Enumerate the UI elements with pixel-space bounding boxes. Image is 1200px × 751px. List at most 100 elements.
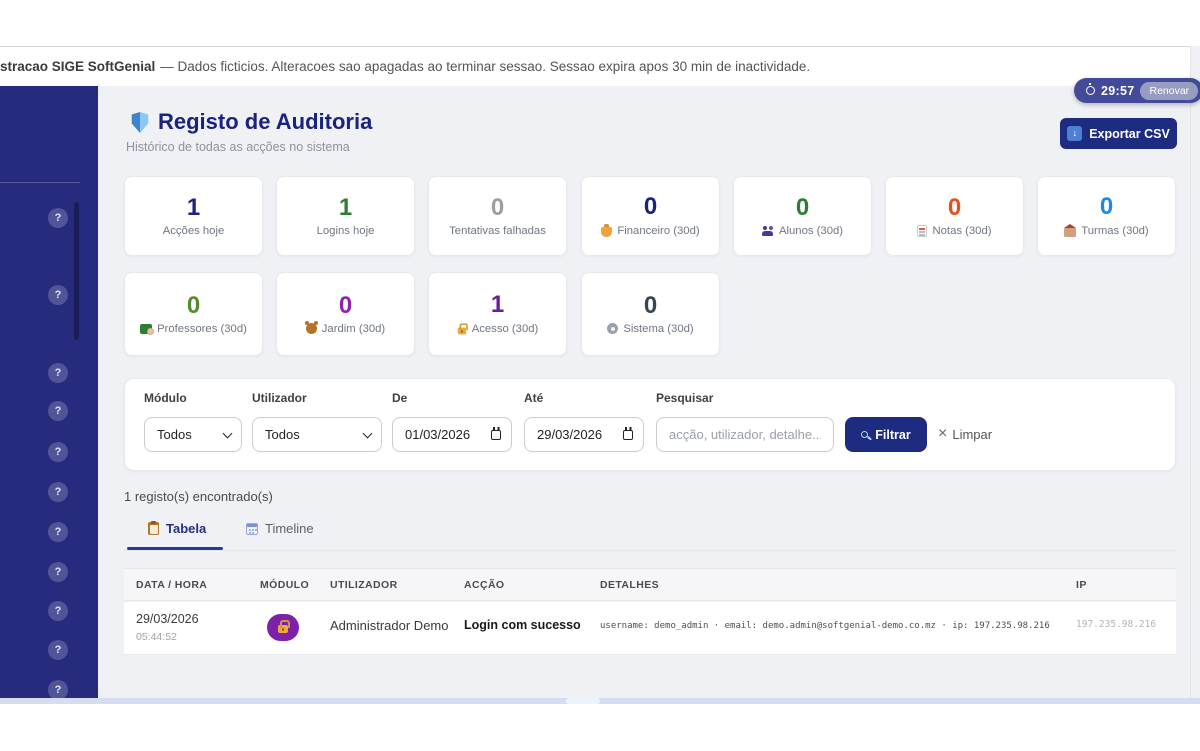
clear-filters-label: Limpar (952, 427, 992, 442)
chevron-down-icon (223, 428, 233, 438)
module-badge[interactable] (267, 614, 299, 641)
user-filter-label: Utilizador (252, 391, 307, 405)
date-to-label: Até (524, 391, 543, 405)
vertical-scrollbar[interactable] (1190, 46, 1200, 704)
stat-label: Notas (30d) (932, 225, 991, 237)
stat-card-jardim: 0 Jardim (30d) (276, 272, 415, 356)
sidebar-help-button[interactable]: ? (48, 640, 68, 660)
sidebar-help-button[interactable]: ? (48, 680, 68, 698)
sidebar: ? ? ? ? ? ? ? ? ? ? ? (0, 86, 98, 698)
stat-value: 0 (796, 196, 809, 220)
stat-value: 0 (187, 294, 200, 318)
calendar-icon (246, 523, 258, 535)
search-label: Pesquisar (656, 391, 713, 405)
row-action: Login com sucesso (464, 618, 581, 632)
stat-card-actions-today: 1 Acções hoje (124, 176, 263, 256)
horizontal-scrollbar-thumb[interactable] (566, 698, 600, 704)
row-time: 05:44:52 (136, 631, 177, 643)
date-from-value: 01/03/2026 (405, 427, 470, 442)
sidebar-scrollbar[interactable] (74, 202, 79, 340)
stat-value: 0 (644, 195, 657, 219)
sidebar-help-button[interactable]: ? (48, 208, 68, 228)
stat-card-professores: 0 Professores (30d) (124, 272, 263, 356)
renew-session-button[interactable]: Renovar (1140, 82, 1198, 100)
chevron-down-icon (363, 428, 373, 438)
stat-label: Acções hoje (163, 225, 225, 237)
school-icon (1064, 228, 1076, 237)
stat-label: Turmas (30d) (1081, 225, 1148, 237)
table-row[interactable]: 29/03/2026 05:44:52 Administrador Demo L… (124, 602, 1176, 655)
tab-timeline[interactable]: Timeline (246, 521, 314, 536)
stat-value: 1 (491, 293, 504, 317)
stat-label: Logins hoje (317, 225, 375, 237)
calendar-icon (491, 430, 501, 440)
demo-banner: stracao SIGE SoftGenial — Dados ficticio… (0, 46, 1190, 86)
stat-card-sistema: 0 Sistema (30d) (581, 272, 720, 356)
date-from-label: De (392, 391, 407, 405)
sidebar-help-button[interactable]: ? (48, 601, 68, 621)
stat-label: Professores (30d) (157, 323, 247, 335)
page-subtitle: Histórico de todas as acções no sistema (126, 140, 350, 154)
module-select[interactable]: Todos (144, 417, 242, 452)
column-header-datetime: DATA / HORA (136, 579, 207, 591)
stat-card-alunos: 0 Alunos (30d) (733, 176, 872, 256)
screen: stracao SIGE SoftGenial — Dados ficticio… (0, 0, 1200, 751)
close-icon: × (938, 426, 947, 442)
search-input[interactable] (656, 417, 834, 452)
stat-label: Alunos (30d) (779, 225, 843, 237)
user-select[interactable]: Todos (252, 417, 382, 452)
user-select-value: Todos (265, 427, 300, 442)
stat-value: 1 (339, 196, 352, 220)
sidebar-help-button[interactable]: ? (48, 401, 68, 421)
money-bag-icon (601, 227, 612, 237)
stat-value: 0 (491, 196, 504, 220)
horizontal-scrollbar[interactable] (0, 698, 1200, 704)
students-icon (762, 226, 774, 236)
column-header-details: DETALHES (600, 579, 659, 591)
export-csv-button[interactable]: ↓ Exportar CSV (1060, 118, 1177, 149)
sidebar-help-button[interactable]: ? (48, 522, 68, 542)
column-header-module: MÓDULO (260, 579, 309, 591)
gear-icon (607, 323, 618, 334)
filter-button-label: Filtrar (875, 428, 910, 442)
calendar-icon (623, 430, 633, 440)
table-header: DATA / HORA MÓDULO UTILIZADOR ACÇÃO DETA… (124, 568, 1176, 601)
sidebar-help-button[interactable]: ? (48, 562, 68, 582)
module-select-value: Todos (157, 427, 192, 442)
tab-tabela-label: Tabela (166, 521, 206, 536)
teacher-icon (140, 324, 152, 334)
sidebar-help-button[interactable]: ? (48, 482, 68, 502)
sidebar-help-button[interactable]: ? (48, 363, 68, 383)
stat-value: 0 (1100, 195, 1113, 219)
stat-value: 0 (644, 294, 657, 318)
column-header-action: ACÇÃO (464, 579, 505, 591)
stat-label: Acesso (30d) (472, 323, 539, 335)
column-header-ip: IP (1076, 579, 1087, 591)
date-from-input[interactable]: 01/03/2026 (392, 417, 512, 452)
module-filter-label: Módulo (144, 391, 187, 405)
filter-button[interactable]: Filtrar (845, 417, 927, 452)
row-date: 29/03/2026 (136, 612, 199, 626)
date-to-value: 29/03/2026 (537, 427, 602, 442)
sidebar-help-button[interactable]: ? (48, 442, 68, 462)
clear-filters-button[interactable]: × Limpar (938, 426, 992, 442)
stat-label: Financeiro (30d) (617, 225, 699, 237)
tab-tabela[interactable]: Tabela (148, 521, 206, 536)
session-timer-value: 29:57 (1101, 84, 1134, 98)
sidebar-help-button[interactable]: ? (48, 285, 68, 305)
stat-card-notas: 0 Notas (30d) (885, 176, 1024, 256)
date-to-input[interactable]: 29/03/2026 (524, 417, 644, 452)
stat-label: Tentativas falhadas (449, 225, 546, 237)
session-timer-chip: 29:57 Renovar (1074, 78, 1200, 103)
stopwatch-icon (1086, 86, 1095, 95)
row-details: username: demo_admin · email: demo.admin… (600, 621, 1050, 631)
search-icon (861, 431, 868, 438)
stat-card-failed-attempts: 0 Tentativas falhadas (428, 176, 567, 256)
sidebar-divider (0, 182, 80, 183)
demo-banner-message: — Dados ficticios. Alteracoes sao apagad… (160, 59, 810, 74)
export-csv-label: Exportar CSV (1089, 127, 1170, 141)
column-header-user: UTILIZADOR (330, 579, 398, 591)
stat-value: 0 (948, 196, 961, 220)
tab-timeline-label: Timeline (265, 521, 314, 536)
stat-card-logins-today: 1 Logins hoje (276, 176, 415, 256)
